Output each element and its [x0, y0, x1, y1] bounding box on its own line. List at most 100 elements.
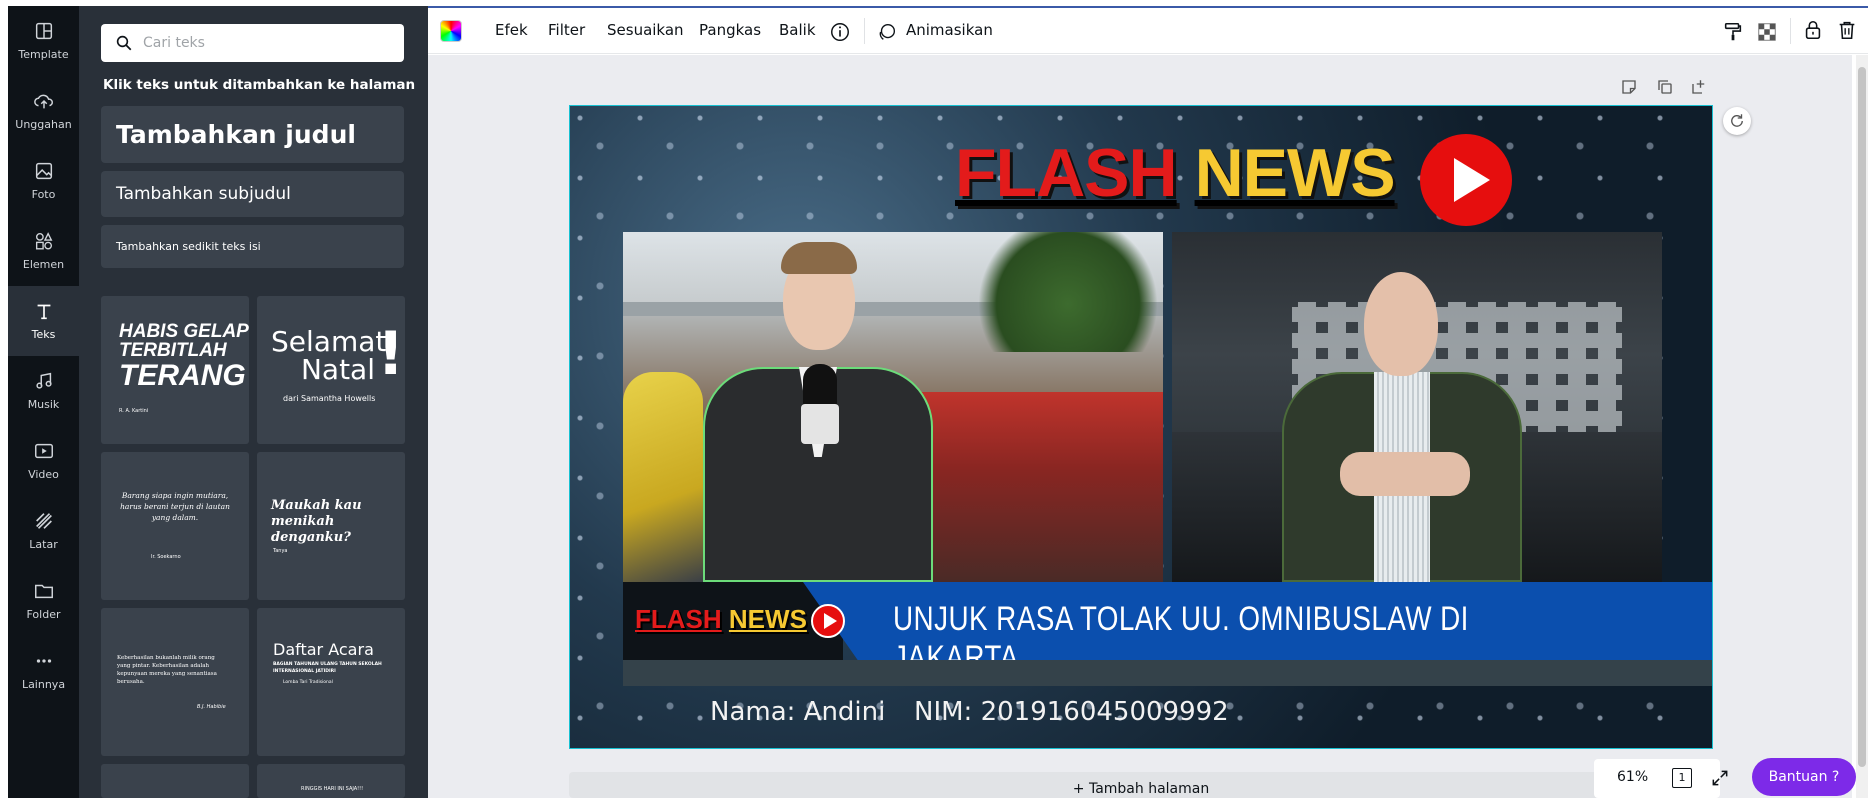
page-count-button[interactable]: 1 [1672, 768, 1692, 788]
reporter-figure [703, 232, 933, 582]
search-box[interactable] [101, 24, 404, 62]
text-template-card[interactable]: HABIS GELAP TERBITLAH TERANG R. A. Karti… [101, 296, 249, 444]
rail-item-template[interactable]: Template [8, 6, 79, 76]
scrollbar-thumb[interactable] [1858, 67, 1866, 767]
template-line: INTERNASIONAL JATIDIRI [273, 669, 336, 674]
trash-icon[interactable] [1836, 19, 1858, 41]
photo-icon [35, 162, 52, 180]
video-icon [34, 443, 53, 459]
rail-item-teks[interactable]: Teks [8, 286, 79, 356]
presenter-head [1364, 272, 1438, 376]
toolbar-divider [864, 18, 865, 44]
lock-icon[interactable] [1802, 19, 1824, 41]
template-headline: Selamat Natal [271, 328, 386, 384]
ticker-bottom-bar [623, 660, 1712, 686]
text-template-card[interactable]: Maukah kau menikah denganku? Tanya [257, 452, 405, 600]
search-icon [116, 35, 132, 51]
elements-shapes-icon [35, 232, 52, 250]
rail-label: Lainnya [21, 678, 66, 691]
flash-news-title[interactable]: FLASH NEWS [955, 134, 1396, 212]
rail-label: Folder [26, 608, 61, 621]
search-input[interactable] [143, 35, 383, 51]
regenerate-button[interactable] [1723, 107, 1751, 135]
animasikan-button[interactable]: Animasikan [906, 21, 993, 39]
play-button-icon [1420, 134, 1512, 226]
ticker-flash: FLASH [635, 604, 722, 634]
upload-cloud-icon [33, 94, 53, 109]
add-heading-button[interactable]: Tambahkan judul [101, 106, 404, 163]
mic-flag [801, 404, 839, 444]
more-dots-icon [36, 659, 51, 663]
template-line: yang dalam. [151, 513, 199, 522]
add-page-icon[interactable] [1690, 78, 1708, 96]
rail-label: Video [28, 468, 59, 481]
rail-item-video[interactable]: Video [8, 426, 79, 496]
rail-item-foto[interactable]: Foto [8, 146, 79, 216]
rail-item-elemen[interactable]: Elemen [8, 216, 79, 286]
rail-item-unggahan[interactable]: Unggahan [8, 76, 79, 146]
sesuaikan-button[interactable]: Sesuaikan [607, 21, 684, 39]
add-page-button[interactable]: + Tambah halaman [569, 772, 1713, 798]
add-subheading-button[interactable]: Tambahkan subjudul [101, 171, 404, 217]
rail-label: Foto [31, 188, 56, 201]
template-small: Lomba Tari Tradisional [283, 680, 333, 685]
template-small: Ir. Soekarno [151, 554, 181, 560]
rail-label: Elemen [22, 258, 65, 271]
template-line: harus berani terjun di lautan [120, 502, 230, 511]
rail-item-folder[interactable]: Folder [8, 566, 79, 636]
vertical-scrollbar[interactable] [1856, 55, 1868, 798]
filter-button[interactable]: Filter [548, 21, 585, 39]
student-nim[interactable]: NIM: 201916045009992 [914, 697, 1229, 727]
toolbar-divider [1790, 18, 1791, 44]
left-rail: Template Unggahan Foto Elemen Teks Musik… [8, 6, 79, 798]
rail-label: Unggahan [15, 118, 72, 131]
text-template-card[interactable]: Selamat Natal ! dari Samantha Howells [257, 296, 405, 444]
rail-item-musik[interactable]: Musik [8, 356, 79, 426]
rail-item-lainnya[interactable]: Lainnya [8, 636, 79, 706]
news-ticker[interactable]: FLASH NEWS UNJUK RASA TOLAK UU. OMNIBUSL… [623, 582, 1712, 677]
template-line: Maukah kau [271, 498, 362, 513]
rail-label: Musik [27, 398, 60, 411]
color-swatch-button[interactable] [440, 20, 462, 42]
title-news: NEWS [1194, 135, 1396, 211]
info-icon[interactable] [829, 21, 851, 43]
text-template-card[interactable] [101, 764, 249, 798]
transparency-checker-icon[interactable] [1756, 21, 1778, 43]
balik-button[interactable]: Balik [779, 21, 816, 39]
add-note-icon[interactable] [1620, 78, 1638, 96]
studio-photo[interactable] [1172, 232, 1662, 582]
text-template-card[interactable]: Keberhasilan bukanlah milik orang yang p… [101, 608, 249, 756]
template-line: RINGGIS HARI INI SAJA!!! [301, 786, 364, 792]
template-small: B.J. Habibie [197, 704, 226, 710]
panel-hint: Klik teks untuk ditambahkan ke halaman [103, 77, 416, 93]
design-page[interactable]: FLASH NEWS FLASH NEWS UNJUK RASA TOLAK U… [569, 105, 1713, 749]
presenter-hands [1340, 452, 1470, 496]
folder-icon [34, 584, 53, 599]
zoom-controls [1594, 759, 1720, 798]
rail-label: Template [18, 48, 69, 61]
fullscreen-icon[interactable] [1710, 768, 1730, 788]
text-template-card[interactable]: Daftar Acara BAGIAN TAHUNAN ULANG TAHUN … [257, 608, 405, 756]
template-headline: Daftar Acara [273, 640, 374, 659]
text-template-card[interactable]: Barang siapa ingin mutiara, harus berani… [101, 452, 249, 600]
template-line: TERANG [119, 359, 246, 392]
add-body-text-button[interactable]: Tambahkan sedikit teks isi [101, 225, 404, 268]
paint-roller-icon[interactable] [1722, 21, 1744, 43]
help-button[interactable]: Bantuan ? [1752, 758, 1856, 796]
template-small: dari Samantha Howells [283, 394, 376, 403]
bystander [623, 372, 703, 582]
reporter-photo[interactable] [623, 232, 1163, 582]
text-template-card[interactable]: RINGGIS HARI INI SAJA!!! [257, 764, 405, 798]
efek-button[interactable]: Efek [495, 21, 528, 39]
rail-item-latar[interactable]: Latar [8, 496, 79, 566]
duplicate-page-icon[interactable] [1656, 78, 1674, 96]
template-quote: Keberhasilan bukanlah milik orang yang p… [117, 654, 237, 686]
pangkas-button[interactable]: Pangkas [699, 21, 761, 39]
zoom-level[interactable]: 61% [1617, 769, 1648, 785]
tree [973, 232, 1163, 352]
template-line: BAGIAN TAHUNAN ULANG TAHUN SEKOLAH [273, 662, 382, 667]
template-line: Keberhasilan bukanlah milik orang [117, 655, 215, 661]
student-name[interactable]: Nama: Andini [710, 697, 885, 727]
background-stripes-icon [35, 513, 52, 529]
template-headline: HABIS GELAP TERBITLAH TERANG [119, 322, 249, 392]
